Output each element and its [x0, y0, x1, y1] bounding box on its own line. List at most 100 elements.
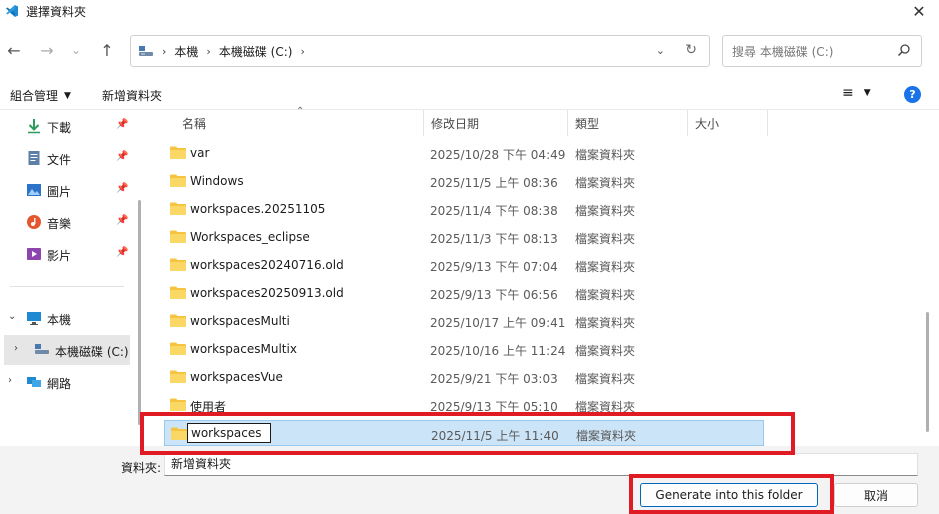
sidebar-item-label: 本機磁碟 (C:) [55, 345, 129, 359]
folder-icon [170, 146, 186, 159]
chevron-right-icon[interactable]: › [14, 343, 18, 354]
column-header-modified[interactable]: 修改日期 [423, 110, 568, 136]
table-row[interactable]: workspacesVue 2025/9/21 下午 03:03 檔案資料夾 [164, 364, 764, 390]
column-header-label: 修改日期 [431, 116, 480, 131]
sidebar-scrollbar[interactable] [138, 200, 141, 425]
sidebar-item-label: 影片 [47, 249, 72, 263]
highlight-box-generate-button [629, 474, 834, 514]
column-header-label: 類型 [575, 116, 600, 131]
file-name: workspaces20250913.old [190, 286, 344, 300]
file-type: 檔案資料夾 [575, 204, 636, 218]
folder-name-field[interactable]: 新增資料夾 [164, 453, 918, 476]
table-row[interactable]: Windows 2025/11/5 上午 08:36 檔案資料夾 [164, 168, 764, 194]
pin-icon: 📌 [116, 151, 129, 162]
sidebar-item-videos[interactable]: 影片 📌 [0, 239, 134, 269]
sidebar-divider [10, 286, 124, 287]
sidebar-item-documents[interactable]: 文件 📌 [0, 143, 134, 173]
up-button[interactable]: ↑ [95, 38, 119, 62]
title-bar: 選擇資料夾 ✕ [0, 0, 939, 22]
folder-icon [170, 230, 186, 243]
download-icon [26, 118, 42, 134]
file-type: 檔案資料夾 [575, 260, 636, 274]
sidebar-item-this-pc[interactable]: ⌄ 本機 [0, 303, 134, 333]
recent-locations-button[interactable]: ⌄ [64, 38, 88, 62]
sidebar-item-pictures[interactable]: 圖片 📌 [0, 175, 134, 205]
vscode-icon [4, 3, 20, 19]
computer-icon [26, 310, 42, 326]
file-name: workspacesMultix [190, 342, 297, 356]
view-options-button[interactable]: ≡ ▼ [842, 85, 871, 101]
folder-icon [170, 398, 186, 411]
chevron-down-icon[interactable]: ⌄ [656, 44, 665, 57]
navigation-row: ← → ⌄ ↑ › 本機 › 本機磁碟 (C:) › ⌄ ↻ 搜尋 本機磁碟 (… [0, 26, 939, 74]
sidebar-item-label: 圖片 [47, 185, 72, 199]
search-input[interactable]: 搜尋 本機磁碟 (C:) [722, 35, 922, 67]
folder-label: 資料夾: [121, 461, 162, 475]
address-bar[interactable]: › 本機 › 本機磁碟 (C:) › ⌄ ↻ [130, 35, 710, 67]
pin-icon: 📌 [116, 183, 129, 194]
file-type: 檔案資料夾 [575, 148, 636, 162]
table-row[interactable]: workspaces20240716.old 2025/9/13 下午 07:04… [164, 252, 764, 278]
file-list-scrollbar[interactable] [926, 312, 929, 432]
column-header-name[interactable]: 名稱 [174, 110, 424, 136]
network-icon [26, 374, 42, 390]
organize-label: 組合管理 [10, 89, 59, 103]
back-button[interactable]: ← [2, 38, 26, 62]
close-icon[interactable]: ✕ [899, 0, 939, 22]
caret-down-icon: ▼ [64, 90, 71, 101]
table-row[interactable]: workspacesMulti 2025/10/17 上午 09:41 檔案資料夾 [164, 308, 764, 334]
pin-icon: 📌 [116, 247, 129, 258]
organize-button[interactable]: 組合管理 ▼ [10, 87, 71, 104]
music-icon [26, 214, 42, 230]
file-type: 檔案資料夾 [575, 316, 636, 330]
command-bar: 組合管理 ▼ 新增資料夾 ≡ ▼ ? [0, 78, 939, 110]
search-placeholder: 搜尋 本機磁碟 (C:) [732, 44, 834, 59]
cancel-button[interactable]: 取消 [834, 483, 918, 507]
file-modified: 2025/11/5 上午 08:36 [430, 176, 558, 190]
new-folder-button[interactable]: 新增資料夾 [102, 87, 162, 104]
chevron-right-icon: › [206, 44, 211, 58]
chevron-down-icon[interactable]: ⌄ [8, 311, 16, 322]
help-button[interactable]: ? [904, 86, 921, 103]
column-header-label: 大小 [695, 116, 720, 131]
folder-icon [170, 370, 186, 383]
sidebar-item-label: 音樂 [47, 217, 72, 231]
file-name: Windows [190, 174, 244, 188]
column-header-type[interactable]: 類型 [567, 110, 688, 136]
file-modified: 2025/9/13 下午 07:04 [430, 260, 558, 274]
pin-icon: 📌 [116, 215, 129, 226]
caret-down-icon: ▼ [863, 88, 871, 98]
table-row[interactable]: workspacesMultix 2025/10/16 上午 11:24 檔案資料夾 [164, 336, 764, 362]
column-header-size[interactable]: 大小 [687, 110, 768, 136]
file-name: Workspaces_eclipse [190, 230, 310, 244]
file-name: workspaces20240716.old [190, 258, 344, 272]
file-name: workspacesVue [190, 370, 283, 384]
search-icon [897, 43, 911, 60]
file-modified: 2025/10/16 上午 11:24 [430, 344, 566, 358]
sidebar-item-label: 網路 [47, 377, 72, 391]
sidebar-item-local-disk[interactable]: › 本機磁碟 (C:) [4, 335, 130, 365]
file-modified: 2025/9/13 下午 06:56 [430, 288, 558, 302]
pin-icon: 📌 [116, 119, 129, 130]
folder-icon [170, 258, 186, 271]
file-type: 檔案資料夾 [575, 232, 636, 246]
table-row[interactable]: workspaces20250913.old 2025/9/13 下午 06:56… [164, 280, 764, 306]
drive-icon [34, 342, 50, 358]
sidebar-item-downloads[interactable]: 下載 📌 [0, 111, 134, 141]
file-list: ⌃ 名稱 修改日期 類型 大小 var 2025/10/28 下午 04:49 檔案… [148, 106, 922, 446]
table-row[interactable]: workspaces.20251105 2025/11/4 下午 08:38 檔案資… [164, 196, 764, 222]
file-modified: 2025/11/4 下午 08:38 [430, 204, 558, 218]
sidebar-item-network[interactable]: › 網路 [0, 367, 134, 397]
highlight-box-selected-folder [140, 412, 795, 455]
breadcrumb-this-pc[interactable]: 本機 [174, 43, 198, 60]
sidebar-item-label: 下載 [47, 121, 72, 135]
breadcrumb-local-disk[interactable]: 本機磁碟 (C:) [219, 43, 293, 60]
table-row[interactable]: var 2025/10/28 下午 04:49 檔案資料夾 [164, 140, 764, 166]
forward-button[interactable]: → [35, 38, 59, 62]
table-row[interactable]: Workspaces_eclipse 2025/11/3 下午 08:13 檔案資料… [164, 224, 764, 250]
chevron-right-icon[interactable]: › [8, 375, 12, 386]
window-title: 選擇資料夾 [26, 4, 87, 19]
chevron-right-icon[interactable]: › [300, 45, 304, 58]
sidebar-item-music[interactable]: 音樂 📌 [0, 207, 134, 237]
refresh-icon[interactable]: ↻ [685, 42, 697, 58]
